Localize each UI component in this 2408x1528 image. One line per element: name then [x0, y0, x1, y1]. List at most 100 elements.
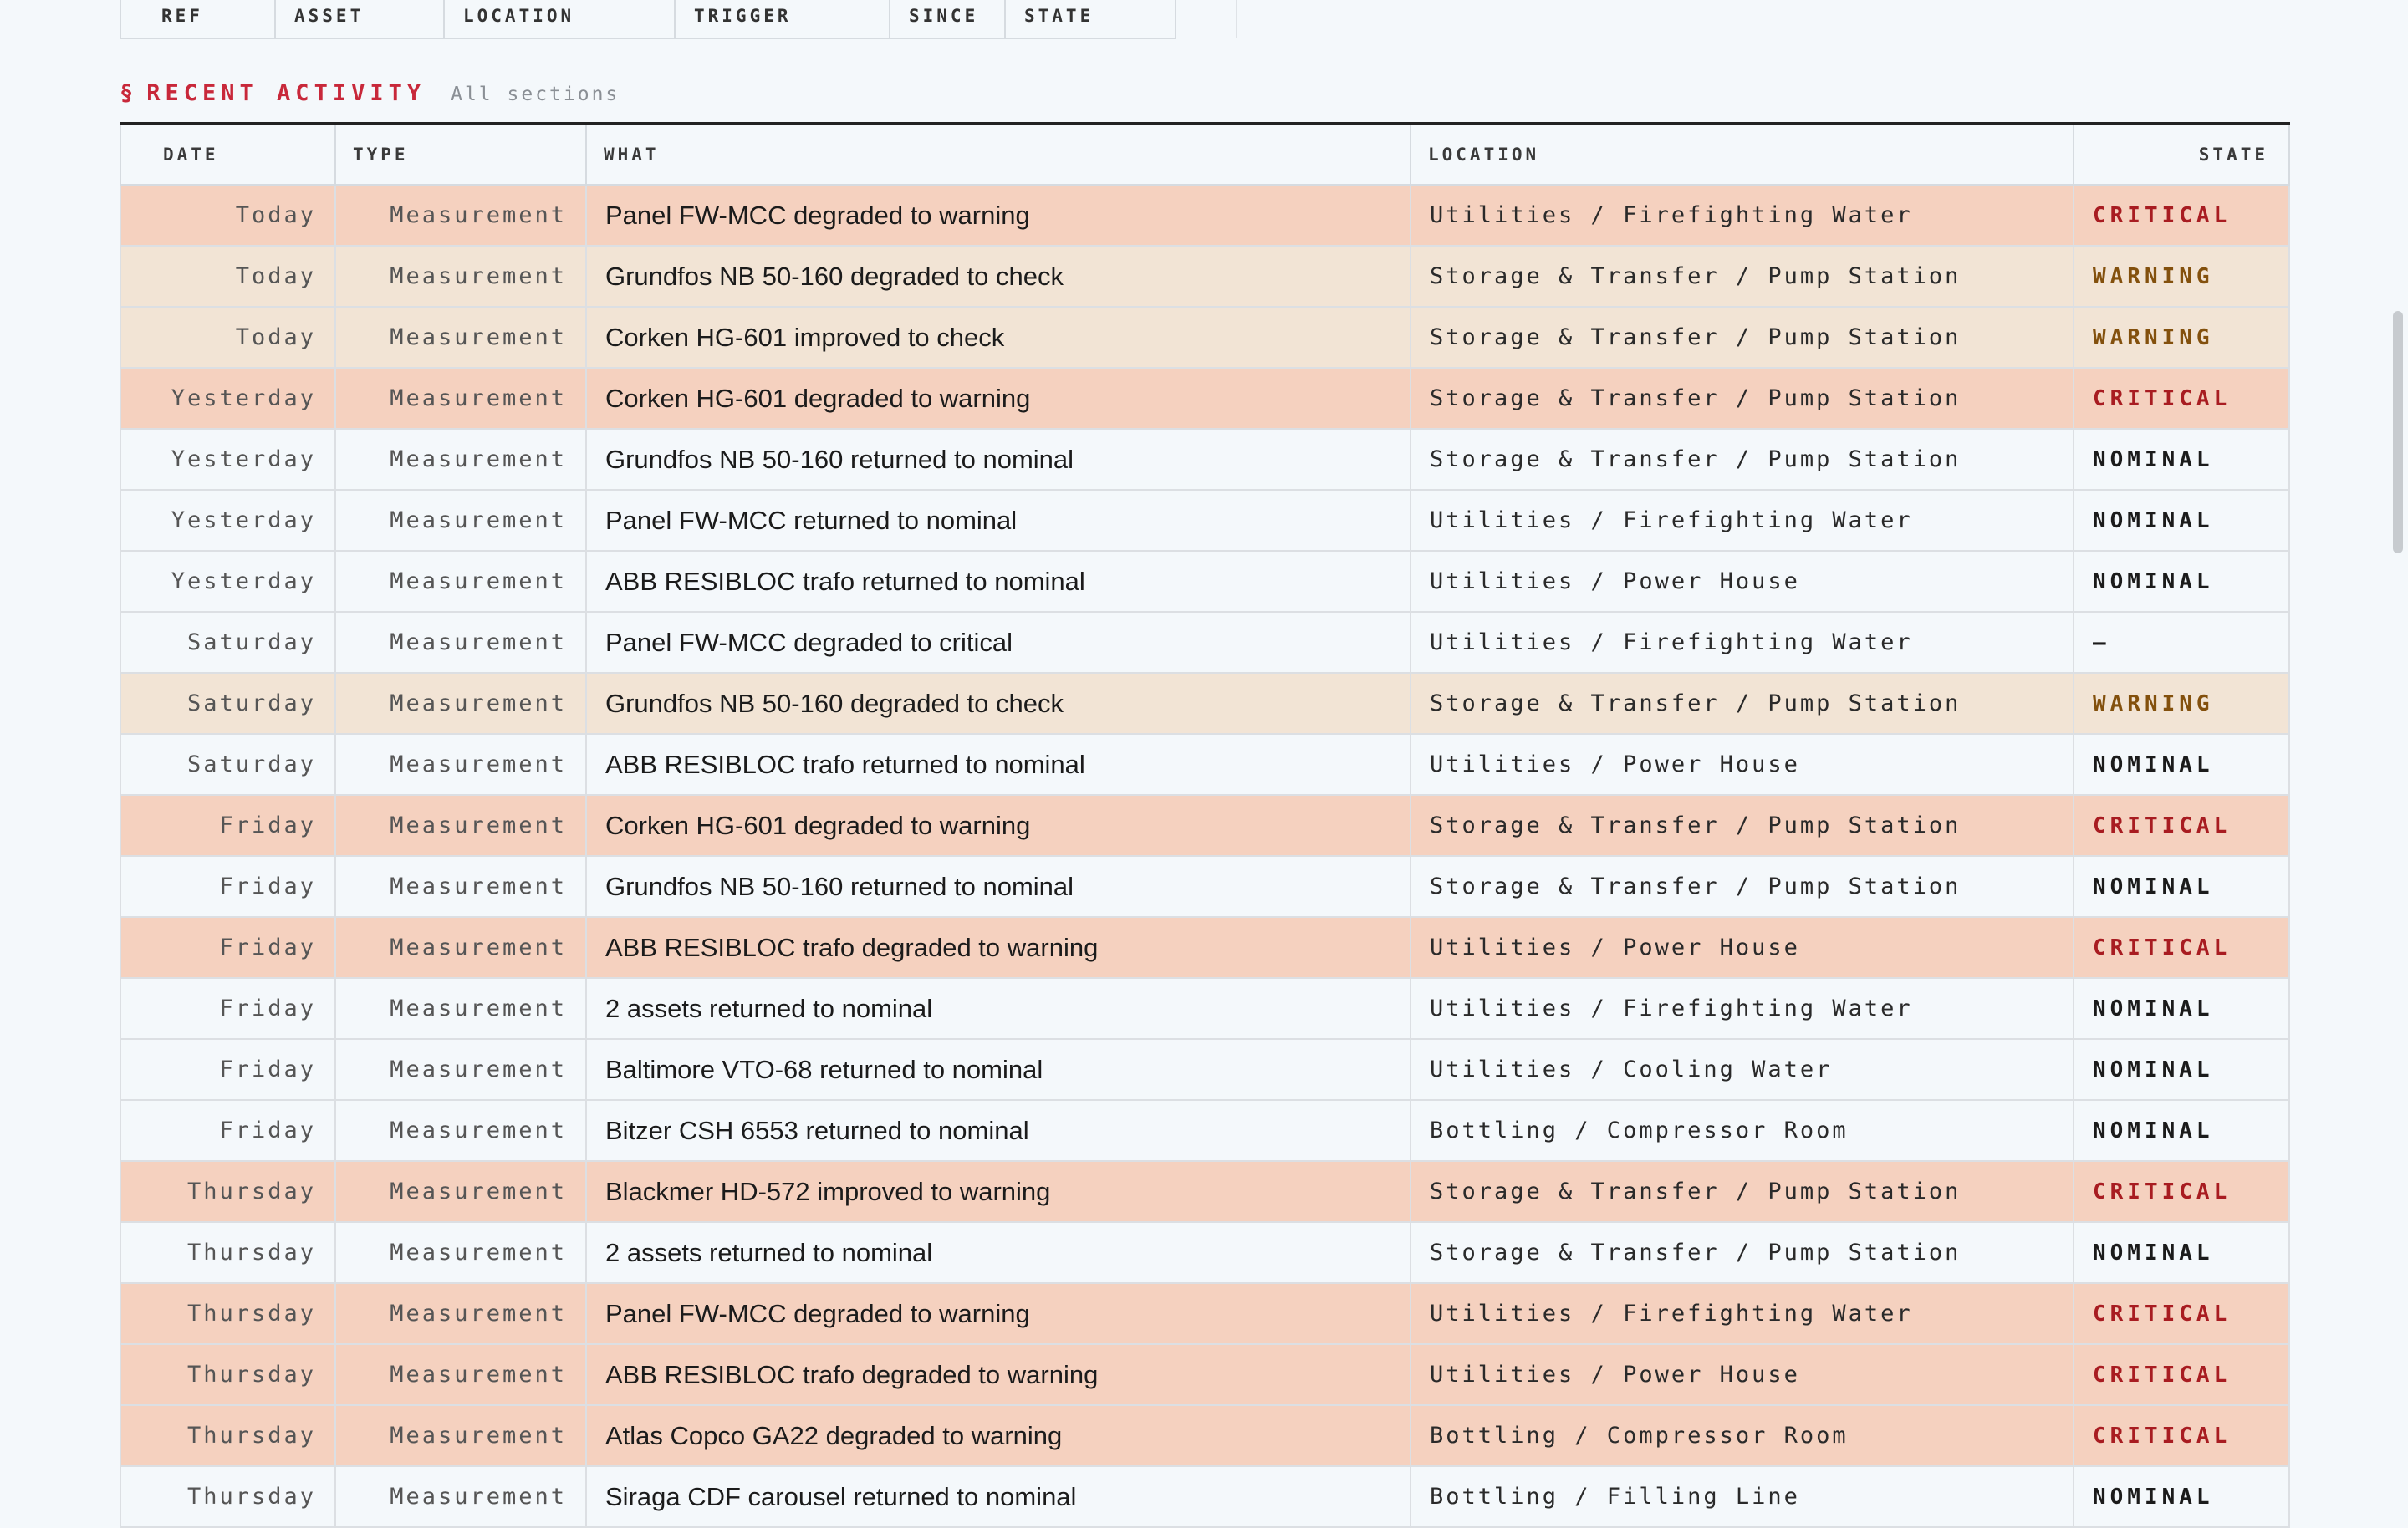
location-cell: Utilities / Power House — [1410, 916, 2074, 979]
state-cell: WARNING — [2073, 306, 2290, 369]
type-cell: Measurement — [334, 550, 587, 613]
state-cell: CRITICAL — [2073, 794, 2290, 857]
section-heading: § RECENT ACTIVITY All sections — [120, 80, 620, 106]
date-cell: Thursday — [120, 1343, 336, 1406]
type-cell: Measurement — [334, 1282, 587, 1345]
type-cell: Measurement — [334, 1038, 587, 1101]
state-cell: WARNING — [2073, 672, 2290, 735]
location-cell: Utilities / Firefighting Water — [1410, 184, 2074, 247]
column-header-since[interactable]: SINCE — [889, 0, 1006, 39]
state-cell: NOMINAL — [2073, 1465, 2290, 1528]
type-cell: Measurement — [334, 489, 587, 552]
date-cell: Today — [120, 245, 336, 308]
location-cell: Utilities / Cooling Water — [1410, 1038, 2074, 1101]
what-cell: 2 assets returned to nominal — [585, 1221, 1411, 1284]
date-cell: Thursday — [120, 1282, 336, 1345]
what-cell: ABB RESIBLOC trafo degraded to warning — [585, 1343, 1411, 1406]
type-cell: Measurement — [334, 1404, 587, 1467]
location-cell: Utilities / Firefighting Water — [1410, 611, 2074, 674]
table-row[interactable]: Friday Measurement Baltimore VTO-68 return… — [120, 1038, 2290, 1101]
location-cell: Bottling / Compressor Room — [1410, 1404, 2074, 1467]
what-cell: Corken HG-601 improved to check — [585, 306, 1411, 369]
what-cell: Grundfos NB 50-160 returned to nominal — [585, 428, 1411, 491]
date-cell: Saturday — [120, 611, 336, 674]
date-cell: Thursday — [120, 1465, 336, 1528]
location-cell: Storage & Transfer / Pump Station — [1410, 672, 2074, 735]
state-cell: CRITICAL — [2073, 1343, 2290, 1406]
state-cell: NOMINAL — [2073, 428, 2290, 491]
table-row[interactable]: Friday Measurement 2 assets returned to no… — [120, 977, 2290, 1040]
date-cell: Thursday — [120, 1221, 336, 1284]
section-filter[interactable]: All sections — [451, 84, 620, 105]
type-cell: Measurement — [334, 428, 587, 491]
state-cell: CRITICAL — [2073, 1404, 2290, 1467]
date-cell: Yesterday — [120, 489, 336, 552]
table-row[interactable]: Saturday Measurement ABB RESIBLOC trafo re… — [120, 733, 2290, 796]
location-cell: Utilities / Power House — [1410, 733, 2074, 796]
column-header-what[interactable]: WHAT — [585, 122, 1411, 186]
column-header-state[interactable]: STATE — [2073, 122, 2290, 186]
state-cell: CRITICAL — [2073, 184, 2290, 247]
table-row[interactable]: Thursday Measurement ABB RESIBLOC trafo de… — [120, 1343, 2290, 1406]
column-header-trigger[interactable]: TRIGGER — [674, 0, 890, 39]
table-row[interactable]: Thursday Measurement Blackmer HD-572 impro… — [120, 1160, 2290, 1223]
table-row[interactable]: Friday Measurement Grundfos NB 50-160 retu… — [120, 855, 2290, 918]
location-cell: Storage & Transfer / Pump Station — [1410, 1160, 2074, 1223]
what-cell: Panel FW-MCC degraded to warning — [585, 1282, 1411, 1345]
date-cell: Friday — [120, 855, 336, 918]
location-cell: Storage & Transfer / Pump Station — [1410, 855, 2074, 918]
table-row[interactable]: Thursday Measurement 2 assets returned to … — [120, 1221, 2290, 1284]
type-cell: Measurement — [334, 367, 587, 430]
state-cell: NOMINAL — [2073, 1221, 2290, 1284]
type-cell: Measurement — [334, 733, 587, 796]
column-header-location[interactable]: LOCATION — [443, 0, 676, 39]
location-cell: Utilities / Power House — [1410, 1343, 2074, 1406]
table-row[interactable]: Yesterday Measurement Panel FW-MCC returne… — [120, 489, 2290, 552]
table-row[interactable]: Friday Measurement Bitzer CSH 6553 returne… — [120, 1099, 2290, 1162]
table-row[interactable]: Thursday Measurement Siraga CDF carousel r… — [120, 1465, 2290, 1528]
what-cell: Panel FW-MCC degraded to warning — [585, 184, 1411, 247]
location-cell: Storage & Transfer / Pump Station — [1410, 1221, 2074, 1284]
table-row[interactable]: Thursday Measurement Atlas Copco GA22 degr… — [120, 1404, 2290, 1467]
table-row[interactable]: Saturday Measurement Panel FW-MCC degraded… — [120, 611, 2290, 674]
location-cell: Bottling / Filling Line — [1410, 1465, 2074, 1528]
what-cell: ABB RESIBLOC trafo returned to nominal — [585, 550, 1411, 613]
location-cell: Storage & Transfer / Pump Station — [1410, 306, 2074, 369]
scrollbar-thumb[interactable] — [2393, 311, 2403, 553]
type-cell: Measurement — [334, 794, 587, 857]
column-header-date[interactable]: DATE — [120, 122, 336, 186]
table-row[interactable]: Yesterday Measurement Grundfos NB 50-160 r… — [120, 428, 2290, 491]
table-row[interactable]: Today Measurement Corken HG-601 improved t… — [120, 306, 2290, 369]
column-header-asset[interactable]: ASSET — [274, 0, 445, 39]
table-row[interactable]: Saturday Measurement Grundfos NB 50-160 de… — [120, 672, 2290, 735]
location-cell: Storage & Transfer / Pump Station — [1410, 367, 2074, 430]
table-row[interactable]: Thursday Measurement Panel FW-MCC degraded… — [120, 1282, 2290, 1345]
table-row[interactable]: Today Measurement Panel FW-MCC degraded to… — [120, 184, 2290, 247]
type-cell: Measurement — [334, 1099, 587, 1162]
date-cell: Friday — [120, 1038, 336, 1101]
column-header-location[interactable]: LOCATION — [1410, 122, 2074, 186]
type-cell: Measurement — [334, 1465, 587, 1528]
what-cell: Atlas Copco GA22 degraded to warning — [585, 1404, 1411, 1467]
table-row[interactable]: Friday Measurement Corken HG-601 degraded … — [120, 794, 2290, 857]
table-row[interactable]: Yesterday Measurement Corken HG-601 degrad… — [120, 367, 2290, 430]
date-cell: Yesterday — [120, 550, 336, 613]
type-cell: Measurement — [334, 184, 587, 247]
table-row[interactable]: Today Measurement Grundfos NB 50-160 degra… — [120, 245, 2290, 308]
table-row[interactable]: Friday Measurement ABB RESIBLOC trafo degr… — [120, 916, 2290, 979]
date-cell: Friday — [120, 794, 336, 857]
type-cell: Measurement — [334, 1343, 587, 1406]
type-cell: Measurement — [334, 916, 587, 979]
column-header-ref[interactable]: REF — [120, 0, 276, 39]
date-cell: Friday — [120, 916, 336, 979]
column-header-state[interactable]: STATE — [1004, 0, 1176, 39]
column-header-type[interactable]: TYPE — [334, 122, 587, 186]
what-cell: Grundfos NB 50-160 degraded to check — [585, 672, 1411, 735]
table-row[interactable]: Yesterday Measurement ABB RESIBLOC trafo r… — [120, 550, 2290, 613]
divider — [1236, 0, 1237, 38]
date-cell: Saturday — [120, 672, 336, 735]
location-cell: Storage & Transfer / Pump Station — [1410, 428, 2074, 491]
type-cell: Measurement — [334, 1221, 587, 1284]
date-cell: Thursday — [120, 1160, 336, 1223]
type-cell: Measurement — [334, 1160, 587, 1223]
